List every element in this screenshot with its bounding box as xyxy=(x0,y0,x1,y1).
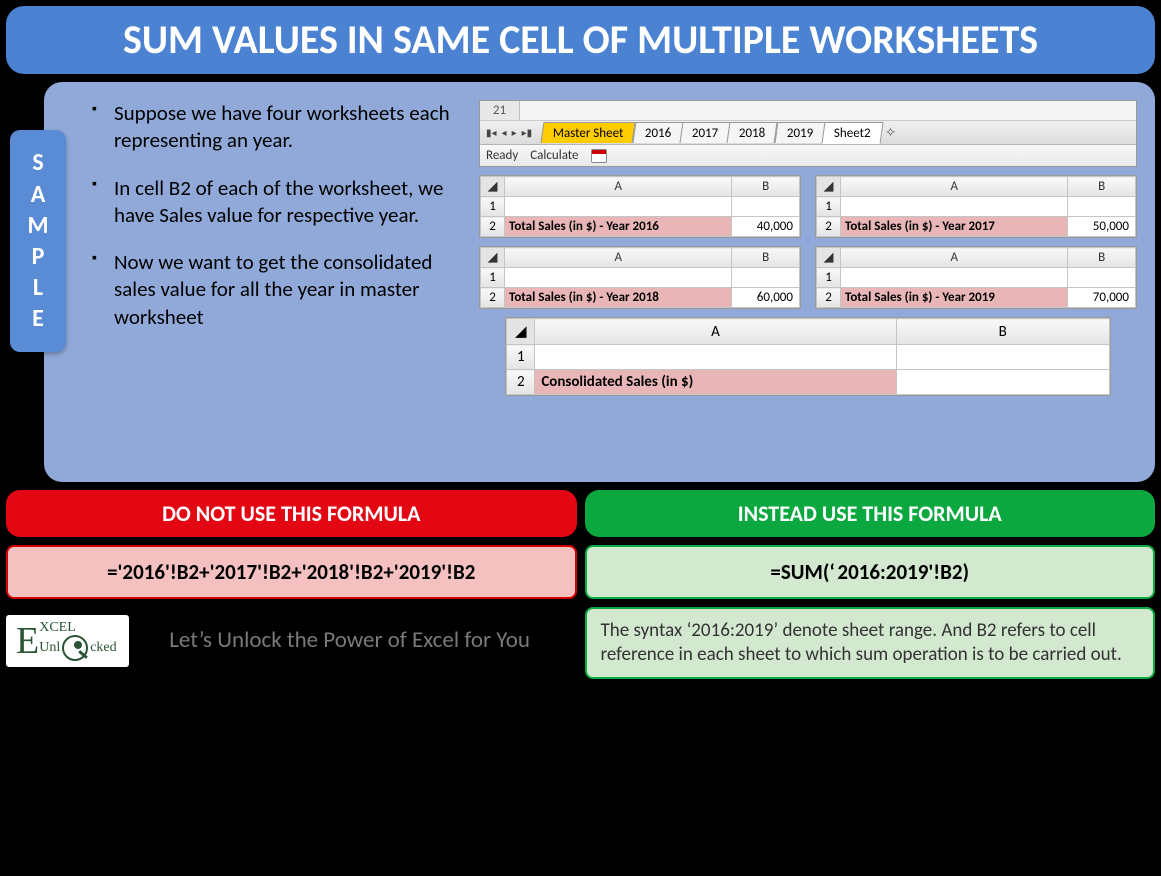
col-B[interactable]: B xyxy=(1068,248,1136,268)
sample-bullets: Suppose we have four worksheets each rep… xyxy=(92,100,467,464)
col-A[interactable]: A xyxy=(535,319,896,345)
label-2019[interactable]: Total Sales (in $) - Year 2019 xyxy=(841,288,1068,308)
label-consolidated[interactable]: Consolidated Sales (in $) xyxy=(535,370,896,395)
col-A[interactable]: A xyxy=(505,177,732,197)
col-A[interactable]: A xyxy=(841,248,1068,268)
label-2017[interactable]: Total Sales (in $) - Year 2017 xyxy=(841,217,1068,237)
bullet-2: In cell B2 of each of the worksheet, we … xyxy=(92,175,467,230)
grid-2018: ◢AB 1 2Total Sales (in $) - Year 201860,… xyxy=(479,246,801,309)
footer-left: E XCEL Unlcked Let’s Unlock the Power of… xyxy=(6,615,577,667)
next-sheet-icon[interactable]: ▸ xyxy=(510,126,519,139)
do-column: INSTEAD USE THIS FORMULA =SUM(‘ 2016:201… xyxy=(585,490,1156,679)
col-A[interactable]: A xyxy=(505,248,732,268)
select-all-corner[interactable]: ◢ xyxy=(481,248,505,268)
tab-master-sheet[interactable]: Master Sheet xyxy=(541,122,636,143)
grid-master: ◢AB 1 2Consolidated Sales (in $) xyxy=(505,317,1110,396)
bullet-3: Now we want to get the consolidated sale… xyxy=(92,249,467,331)
bullet-1: Suppose we have four worksheets each rep… xyxy=(92,100,467,155)
value-2018[interactable]: 60,000 xyxy=(732,288,800,308)
macro-record-icon[interactable] xyxy=(591,149,607,163)
do-note: The syntax ‘2016:2019’ denote sheet rang… xyxy=(585,607,1156,679)
select-all-corner[interactable]: ◢ xyxy=(817,177,841,197)
brand-logo: E XCEL Unlcked xyxy=(6,615,129,667)
new-sheet-icon[interactable]: ✧ xyxy=(885,124,897,141)
sample-side-tab: SAMPLE xyxy=(10,130,66,352)
col-B[interactable]: B xyxy=(732,248,800,268)
dont-column: DO NOT USE THIS FORMULA ='2016'!B2+'2017… xyxy=(6,490,577,679)
tab-2016[interactable]: 2016 xyxy=(632,122,683,143)
grid-2017: ◢AB 1 2Total Sales (in $) - Year 201750,… xyxy=(815,175,1137,238)
sample-grids: 21 ▮◂ ◂ ▸ ▸▮ Master Sheet 2016 2017 xyxy=(479,100,1137,464)
label-2016[interactable]: Total Sales (in $) - Year 2016 xyxy=(505,217,732,237)
prev-sheet-icon[interactable]: ◂ xyxy=(500,126,509,139)
value-consolidated[interactable] xyxy=(896,370,1109,395)
value-2019[interactable]: 70,000 xyxy=(1068,288,1136,308)
sheet-nav-arrows[interactable]: ▮◂ ◂ ▸ ▸▮ xyxy=(484,126,534,139)
tagline: Let’s Unlock the Power of Excel for You xyxy=(153,626,577,656)
infographic-frame: SUM VALUES IN SAME CELL OF MULTIPLE WORK… xyxy=(0,0,1161,876)
select-all-corner[interactable]: ◢ xyxy=(817,248,841,268)
tab-2019[interactable]: 2019 xyxy=(774,122,825,143)
do-badge: INSTEAD USE THIS FORMULA xyxy=(585,490,1156,537)
col-B[interactable]: B xyxy=(1068,177,1136,197)
page-title: SUM VALUES IN SAME CELL OF MULTIPLE WORK… xyxy=(123,15,1038,64)
name-box: 21 xyxy=(480,101,520,120)
tab-2018[interactable]: 2018 xyxy=(727,122,778,143)
col-B[interactable]: B xyxy=(896,319,1109,345)
tab-sheet2[interactable]: Sheet2 xyxy=(821,122,883,144)
compare-row: DO NOT USE THIS FORMULA ='2016'!B2+'2017… xyxy=(6,490,1155,679)
status-ready: Ready xyxy=(486,148,518,163)
first-sheet-icon[interactable]: ▮◂ xyxy=(484,126,499,139)
sample-body: Suppose we have four worksheets each rep… xyxy=(44,82,1155,482)
value-2016[interactable]: 40,000 xyxy=(732,217,800,237)
select-all-corner[interactable]: ◢ xyxy=(481,177,505,197)
do-formula: =SUM(‘ 2016:2019'!B2) xyxy=(585,545,1156,599)
last-sheet-icon[interactable]: ▸▮ xyxy=(520,126,535,139)
row-2[interactable]: 2 xyxy=(481,217,505,237)
col-A[interactable]: A xyxy=(841,177,1068,197)
tab-2017[interactable]: 2017 xyxy=(679,122,730,143)
col-B[interactable]: B xyxy=(732,177,800,197)
value-2017[interactable]: 50,000 xyxy=(1068,217,1136,237)
title-banner: SUM VALUES IN SAME CELL OF MULTIPLE WORK… xyxy=(6,6,1155,74)
grid-2019: ◢AB 1 2Total Sales (in $) - Year 201970,… xyxy=(815,246,1137,309)
grid-2016: ◢AB 1 2Total Sales (in $) - Year 201640,… xyxy=(479,175,801,238)
dont-badge: DO NOT USE THIS FORMULA xyxy=(6,490,577,537)
label-2018[interactable]: Total Sales (in $) - Year 2018 xyxy=(505,288,732,308)
row-1[interactable]: 1 xyxy=(481,197,505,217)
magnifier-icon xyxy=(62,635,88,661)
select-all-corner[interactable]: ◢ xyxy=(507,319,535,345)
status-calculate: Calculate xyxy=(530,148,578,163)
dont-formula: ='2016'!B2+'2017'!B2+'2018'!B2+'2019'!B2 xyxy=(6,545,577,599)
sheet-tabstrip: 21 ▮◂ ◂ ▸ ▸▮ Master Sheet 2016 2017 xyxy=(479,100,1137,167)
sample-section: SAMPLE Suppose we have four worksheets e… xyxy=(6,82,1155,482)
